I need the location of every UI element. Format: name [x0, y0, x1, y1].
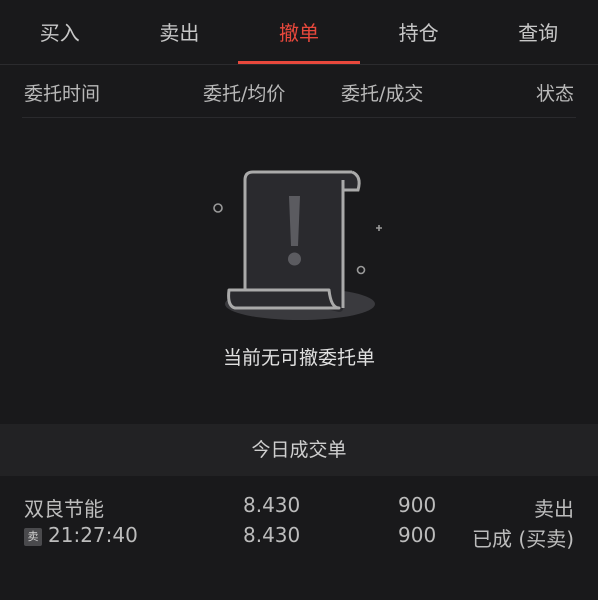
- today-trades-section-title: 今日成交单: [0, 424, 598, 476]
- header-divider: [22, 117, 576, 118]
- column-header-quantity: 委托/成交: [341, 83, 424, 105]
- order-price: 8.430: [243, 493, 301, 517]
- filled-quantity: 900: [398, 523, 437, 547]
- sell-badge: 卖: [24, 528, 42, 546]
- empty-state-message: 当前无可撤委托单: [222, 347, 375, 369]
- trade-status: 已成 (买卖): [472, 527, 574, 551]
- column-header: 委托时间 委托/均价 委托/成交 状态: [0, 65, 598, 117]
- average-price: 8.430: [243, 523, 301, 547]
- tab-sell[interactable]: 卖出: [120, 0, 240, 64]
- column-header-time: 委托时间: [24, 83, 101, 105]
- tab-bar: 买入 卖出 撤单 持仓 查询: [0, 0, 598, 64]
- trade-time: 21:27:40: [48, 523, 138, 547]
- trade-direction: 卖出: [534, 497, 574, 521]
- tab-query[interactable]: 查询: [478, 0, 598, 64]
- column-header-price: 委托/均价: [203, 83, 286, 105]
- tab-positions[interactable]: 持仓: [359, 0, 479, 64]
- document-exclamation-icon: [213, 170, 382, 320]
- column-header-status: 状态: [535, 83, 574, 105]
- stock-name: 双良节能: [24, 497, 104, 521]
- order-quantity: 900: [398, 493, 437, 517]
- trade-row[interactable]: 双良节能 8.430 900 卖出: [0, 491, 598, 521]
- tab-buy[interactable]: 买入: [0, 0, 120, 64]
- tab-cancel-order[interactable]: 撤单: [238, 0, 360, 64]
- trade-row-detail[interactable]: 卖 21:27:40 8.430 900 已成 (买卖): [0, 521, 598, 551]
